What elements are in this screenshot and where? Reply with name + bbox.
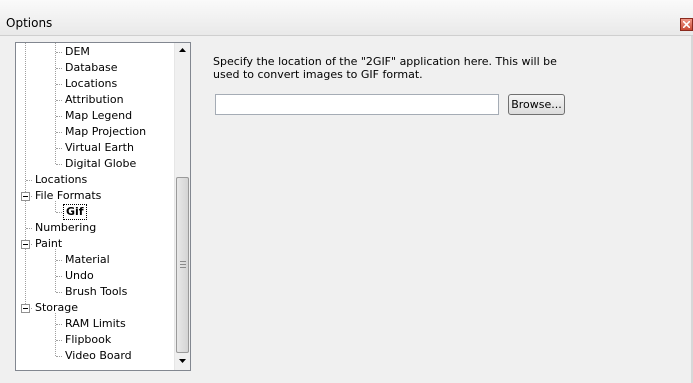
tree-connector-line <box>26 180 32 181</box>
close-button[interactable] <box>680 18 693 31</box>
tree-connector-line <box>26 228 32 229</box>
tree-item-label: Attribution <box>65 93 124 106</box>
gif-description: Specify the location of the "2GIF" appli… <box>213 55 557 81</box>
tree-item-label: Database <box>65 61 118 74</box>
collapse-icon[interactable] <box>21 240 30 249</box>
tree-item-label: Locations <box>35 173 88 186</box>
tree-item[interactable]: RAM Limits <box>63 316 128 332</box>
scroll-thumb[interactable] <box>176 177 189 353</box>
chevron-down-icon <box>179 359 186 363</box>
tree-connector-line <box>56 276 62 277</box>
tree-item-label: Locations <box>65 77 118 90</box>
window-title: Options <box>6 16 53 30</box>
tree-connector-line <box>56 356 62 357</box>
tree-connector-line <box>56 52 62 53</box>
close-icon <box>683 21 690 28</box>
tree-item[interactable]: Map Legend <box>63 108 134 124</box>
options-tree[interactable]: DEM Database Locations Attribution Map Legen… <box>15 42 191 371</box>
tree-item[interactable]: Undo <box>63 268 96 284</box>
tree-item[interactable]: Locations <box>63 76 119 92</box>
tree-item[interactable]: Attribution <box>63 92 126 108</box>
tree-trunk-line <box>25 43 26 308</box>
tree-item[interactable]: Brush Tools <box>63 284 129 300</box>
tree-item-label: DEM <box>65 45 90 58</box>
tree-branch-line <box>55 249 56 292</box>
tree-connector-line <box>56 100 62 101</box>
tree-item-label: Map Projection <box>65 125 147 138</box>
tree-item-label: RAM Limits <box>65 317 126 330</box>
tree-item[interactable]: Numbering <box>33 220 98 236</box>
title-bar: Options <box>0 0 693 36</box>
tree-item[interactable]: Material <box>63 252 112 268</box>
tree-item-label: Material <box>65 253 110 266</box>
tree-connector-line <box>56 84 62 85</box>
tree-connector-line <box>56 260 62 261</box>
tree-item-label: Map Legend <box>65 109 133 122</box>
tree-item[interactable]: Digital Globe <box>63 156 138 172</box>
tree-item-label: Numbering <box>35 221 97 234</box>
tree-item-label: Digital Globe <box>65 157 137 170</box>
tree-item-label: Undo <box>65 269 94 282</box>
tree-connector-line <box>56 148 62 149</box>
tree-item-label: Video Board <box>65 349 132 362</box>
tree-item-label: Gif <box>63 204 87 220</box>
tree-item[interactable]: Storage <box>33 300 80 316</box>
tree-item-label: Storage <box>35 301 79 314</box>
tree-connector-line <box>56 164 62 165</box>
tree-branch-line <box>55 313 56 356</box>
tree-connector-line <box>56 116 62 117</box>
chevron-up-icon <box>179 48 186 52</box>
scroll-grip <box>180 261 186 268</box>
tree-item[interactable]: Locations <box>33 172 89 188</box>
tree-item[interactable]: Map Projection <box>63 124 148 140</box>
tree-item[interactable]: File Formats <box>33 188 103 204</box>
collapse-icon[interactable] <box>21 192 30 201</box>
tree-connector-line <box>56 292 62 293</box>
scroll-up-button[interactable] <box>175 43 190 59</box>
scroll-down-button[interactable] <box>175 354 190 370</box>
tree-connector-line <box>56 212 62 213</box>
collapse-icon[interactable] <box>21 304 30 313</box>
tree-item[interactable]: DEM <box>63 44 92 60</box>
tree-item[interactable]: Database <box>63 60 120 76</box>
tree-connector-line <box>56 132 62 133</box>
tree-scrollbar[interactable] <box>174 43 190 370</box>
gif-path-input[interactable] <box>215 94 499 115</box>
tree-item[interactable]: Virtual Earth <box>63 140 136 156</box>
tree-item[interactable]: Flipbook <box>63 332 113 348</box>
tree-item-label: Flipbook <box>65 333 112 346</box>
tree-item-label: File Formats <box>35 189 102 202</box>
tree-item[interactable]: Gif <box>63 204 87 220</box>
tree-item[interactable]: Video Board <box>63 348 134 364</box>
tree-item-label: Virtual Earth <box>65 141 134 154</box>
tree-item-label: Paint <box>35 237 63 250</box>
tree-item[interactable]: Paint <box>33 236 64 252</box>
tree-branch-line <box>55 43 56 164</box>
tree-item-label: Brush Tools <box>65 285 128 298</box>
browse-button[interactable]: Browse... <box>508 94 565 115</box>
tree-connector-line <box>56 340 62 341</box>
tree-connector-line <box>56 68 62 69</box>
tree-connector-line <box>56 324 62 325</box>
